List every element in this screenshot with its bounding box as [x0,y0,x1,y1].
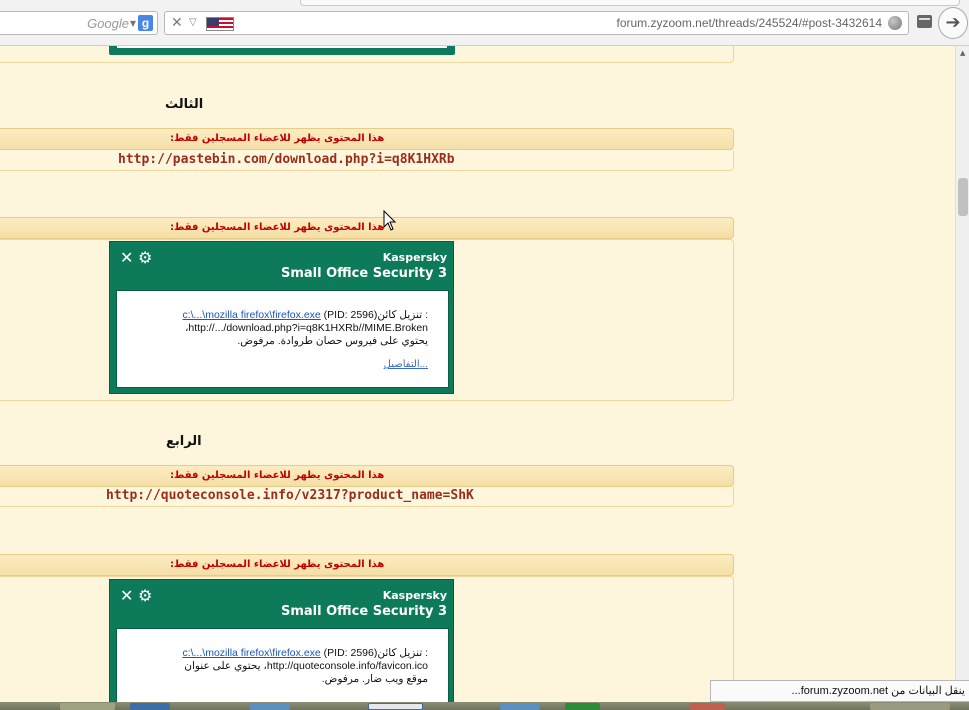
taskbar-item[interactable] [130,703,170,710]
taskbar-item[interactable] [250,703,290,710]
kaspersky-popup: ✕ ⚙ Kaspersky Small Office Security 3 : … [109,241,454,394]
notice-text: هذا المحتوى يظهر للاعضاء المسجلين فقط: [170,470,385,481]
taskbar-item[interactable] [60,703,115,710]
message-line-2: http://quoteconsole.info/favicon.ico، يح… [184,660,428,672]
status-text: ينقل البيانات من forum.zyzoom.net... [791,685,965,697]
notice-text: هذا المحتوى يظهر للاعضاء المسجلين فقط: [170,559,385,570]
search-engine-label: Google [87,16,129,31]
popup-brand: Kaspersky [382,589,447,602]
taskbar-item[interactable] [368,703,423,710]
members-only-notice: هذا المحتوى يظهر للاعضاء المسجلين فقط: [0,554,734,576]
search-bar[interactable]: Google ▼ g [0,11,158,35]
popup-message: : تنزيل كائن c:\...\mozilla firefox\firef… [128,309,428,348]
taskbar-item[interactable] [565,703,600,710]
history-dropdown-icon[interactable]: ▽ [189,17,197,28]
page-content: الثالث هذا المحتوى يظهر للاعضاء المسجلين… [0,46,969,710]
taskbar-item[interactable] [500,703,540,710]
notice-text: هذا المحتوى يظهر للاعضاء المسجلين فقط: [170,133,385,144]
reader-icon[interactable] [917,15,932,28]
process-path-link[interactable]: c:\...\mozilla firefox\firefox.exe [182,647,320,659]
details-link[interactable]: التفاصيل... [384,359,428,370]
close-icon[interactable]: ✕ [120,248,133,267]
members-only-notice: هذا المحتوى يظهر للاعضاء المسجلين فقط: [0,128,734,150]
taskbar [0,702,969,710]
globe-icon [888,16,902,30]
taskbar-item[interactable] [690,703,725,710]
message-line-3: يحتوي على فيروس حصان طروادة. مرفوض. [237,335,428,347]
gear-icon[interactable]: ⚙ [138,586,152,605]
popup-message-panel: : تنزيل كائن c:\...\mozilla firefox\firef… [116,290,449,388]
tab-strip-edge [300,0,960,6]
scroll-up-icon[interactable]: ▲ [960,49,965,57]
link-row: http://pastebin.com/download.php?i=q8K1H… [0,151,734,171]
process-path-link[interactable]: c:\...\mozilla firefox\firefox.exe [182,309,320,321]
taskbar-item[interactable] [870,703,950,710]
popup-product: Small Office Security 3 [281,266,447,281]
stop-icon[interactable]: ✕ [171,15,183,31]
link-pastebin[interactable]: http://pastebin.com/download.php?i=q8K1H… [118,152,455,167]
gear-icon[interactable]: ⚙ [138,248,152,267]
address-bar[interactable]: ✕ ▽ forum.zyzoom.net/threads/245524/#pos… [164,11,909,35]
url-text[interactable]: forum.zyzoom.net/threads/245524/#post-34… [616,16,882,30]
close-icon[interactable]: ✕ [120,586,133,605]
browser-toolbar: Google ▼ g ✕ ▽ forum.zyzoom.net/threads/… [0,0,969,46]
back-arrow-icon[interactable]: ➔ [938,7,968,39]
mouse-cursor-icon [383,210,397,231]
popup-message-panel: : تنزيل كائن c:\...\mozilla firefox\firef… [116,628,449,710]
link-row: http://quoteconsole.info/v2317?product_n… [0,487,734,507]
process-pid: (PID: 2596) [323,309,378,321]
message-line-3: موقع ويب ضار. مرفوض. [321,673,428,685]
members-only-notice: هذا المحتوى يظهر للاعضاء المسجلين فقط: [0,217,734,239]
kaspersky-popup: ✕ ⚙ Kaspersky Small Office Security 3 : … [109,579,454,710]
us-flag-icon [206,17,234,31]
vertical-scrollbar[interactable]: ▲ [955,46,969,710]
heading-fourth: الرابع [166,434,202,449]
search-engine-dropdown-icon[interactable]: ▼ [130,19,136,28]
scroll-thumb[interactable] [958,178,968,216]
process-pid: (PID: 2596) [323,647,378,659]
members-only-notice: هذا المحتوى يظهر للاعضاء المسجلين فقط: [0,465,734,487]
status-bar: ينقل البيانات من forum.zyzoom.net... [710,680,969,702]
popup-product: Small Office Security 3 [281,604,447,619]
link-quoteconsole[interactable]: http://quoteconsole.info/v2317?product_n… [106,488,474,503]
popup-message: : تنزيل كائن c:\...\mozilla firefox\firef… [128,647,428,686]
previous-popup-bottom [109,46,455,55]
popup-brand: Kaspersky [382,251,447,264]
google-icon[interactable]: g [138,15,153,31]
message-line-2: http://.../download.php?i=q8K1HXRb//MIME… [185,322,428,334]
heading-third: الثالث [165,97,204,112]
notice-text: هذا المحتوى يظهر للاعضاء المسجلين فقط: [170,222,385,233]
message-prefix: : تنزيل كائن [377,647,428,659]
message-prefix: : تنزيل كائن [377,309,428,321]
